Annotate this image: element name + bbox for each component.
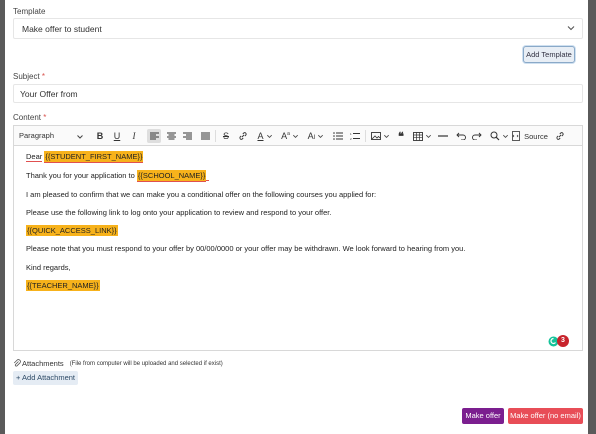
placeholder-quick-access-link: {{QUICK_ACCESS_LINK}} (26, 225, 118, 236)
attachments-note: (File from computer will be uploaded and… (69, 360, 223, 367)
template-selected-value: Make offer to student (22, 24, 102, 34)
align-justify-icon[interactable] (199, 129, 211, 143)
font-family-dropdown[interactable]: AI (304, 129, 328, 143)
link-instructions-line: Please use the following link to log ont… (26, 208, 332, 217)
trailing-space (206, 171, 209, 181)
make-offer-no-email-button[interactable]: Make offer (no email) (508, 408, 583, 424)
toolbar-separator (365, 130, 366, 142)
align-right-icon[interactable] (181, 129, 193, 143)
svg-text:1: 1 (350, 132, 352, 136)
paperclip-icon (13, 359, 21, 367)
undo-icon[interactable] (455, 129, 467, 143)
respond-line: Please note that you must respond to you… (26, 244, 466, 253)
editor-toolbar: Paragraph B U I S A Aa AI 1 2 ❝ Source (14, 126, 582, 146)
strikethrough-icon[interactable]: S (220, 129, 232, 143)
link-icon[interactable] (237, 129, 249, 143)
blockquote-icon[interactable]: ❝ (395, 129, 407, 143)
underline-icon[interactable]: U (111, 129, 123, 143)
bold-icon[interactable]: B (94, 129, 106, 143)
kind-regards-line: Kind regards, (26, 263, 71, 272)
add-template-button[interactable]: Add Template (523, 46, 575, 63)
source-code-icon (512, 131, 521, 141)
confirm-line: I am pleased to confirm that we can make… (26, 190, 377, 199)
template-label: Template (13, 7, 46, 16)
chevron-down-icon (566, 23, 576, 33)
attachments-label: Attachments (File from computer will be … (13, 359, 223, 368)
paragraph-format-label: Paragraph (19, 131, 55, 140)
toolbar-separator (215, 130, 216, 142)
link-icon[interactable] (554, 129, 566, 143)
subject-label-text: Subject (13, 72, 40, 81)
chevron-down-icon (77, 135, 83, 139)
greeting-text: Dear (26, 152, 43, 162)
grammarly-issue-count[interactable]: 3 (557, 335, 569, 347)
insert-image-dropdown[interactable] (369, 129, 391, 143)
teacher-name-line: {{TEACHER_NAME}} (26, 280, 100, 291)
placeholder-school-name: {{SCHOOL_NAME}} (136, 170, 207, 182)
content-label: Content * (13, 113, 46, 122)
subject-input[interactable]: Your Offer from (13, 84, 583, 103)
font-size-dropdown[interactable]: Aa (278, 129, 302, 143)
insert-table-dropdown[interactable] (411, 129, 433, 143)
subject-label: Subject * (13, 72, 45, 81)
attachments-label-text: Attachments (22, 359, 64, 368)
numbered-list-icon[interactable]: 12 (349, 129, 361, 143)
thank-you-line: Thank you for your application to {{SCHO… (26, 170, 209, 182)
thank-you-text: Thank you for your application to (26, 171, 135, 180)
align-center-icon[interactable] (165, 129, 177, 143)
source-button[interactable]: Source (512, 129, 548, 143)
add-attachment-button[interactable]: + Add Attachment (13, 371, 78, 385)
make-offer-button[interactable]: Make offer (462, 408, 504, 424)
bulleted-list-icon[interactable] (332, 129, 344, 143)
paragraph-format-dropdown[interactable]: Paragraph (19, 129, 85, 143)
rich-text-editor[interactable]: Paragraph B U I S A Aa AI 1 2 ❝ Source D… (13, 125, 583, 351)
template-select[interactable]: Make offer to student (13, 18, 583, 39)
content-label-text: Content (13, 113, 42, 122)
required-mark: * (41, 72, 46, 81)
font-color-dropdown[interactable]: A (254, 129, 276, 143)
horizontal-line-icon[interactable] (437, 129, 449, 143)
greeting-line: Dear {{STUDENT_FIRST_NAME}} (26, 151, 144, 163)
required-mark: * (43, 113, 47, 122)
source-label: Source (524, 131, 548, 141)
quick-access-link-line: {{QUICK_ACCESS_LINK}} (26, 225, 118, 236)
align-left-icon[interactable] (147, 129, 161, 143)
make-offer-modal: Template Make offer to student Add Templ… (5, 0, 588, 434)
placeholder-student-first-name: {{STUDENT_FIRST_NAME}} (44, 151, 144, 163)
placeholder-teacher-name: {{TEACHER_NAME}} (26, 280, 100, 291)
svg-text:2: 2 (350, 137, 352, 140)
redo-icon[interactable] (471, 129, 483, 143)
italic-icon[interactable]: I (128, 129, 140, 143)
find-replace-dropdown[interactable] (488, 129, 510, 143)
